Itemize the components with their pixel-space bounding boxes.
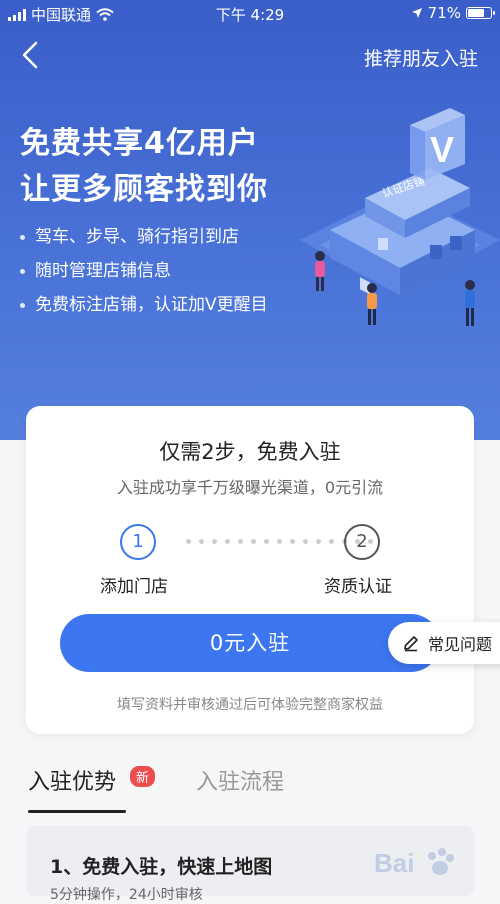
store-illustration: 认证店铺 V (300, 108, 500, 326)
advantage-title: 1、免费入驻，快速上地图 (50, 856, 273, 878)
tab-advantages[interactable]: 入驻优势 (28, 764, 116, 796)
join-note: 填写资料并审核通过后可体验完整商家权益 (117, 697, 383, 713)
feature-item: 随时管理店铺信息 (20, 254, 268, 288)
card-title: 仅需2步，免费入驻 (159, 440, 341, 464)
person-figure (315, 251, 325, 291)
person-figure (465, 280, 475, 326)
hero-headline-1: 免费共享4亿用户 (20, 126, 259, 161)
tab-process[interactable]: 入驻流程 (196, 764, 284, 796)
hero-headline-2: 让更多顾客找到你 (20, 172, 268, 207)
feature-item: 免费标注店铺，认证加V更醒目 (20, 288, 268, 322)
faq-button[interactable]: 常见问题 (388, 622, 500, 664)
new-badge: 新 (130, 766, 156, 787)
pencil-icon (404, 636, 418, 652)
location-arrow-icon (411, 8, 422, 18)
chevron-left-icon (22, 41, 38, 69)
feature-item: 驾车、步导、骑行指引到店 (20, 220, 268, 254)
baidu-watermark-icon: Bai (374, 848, 454, 878)
back-button[interactable] (20, 40, 50, 72)
battery-icon (466, 7, 495, 19)
active-tab-indicator (28, 810, 126, 813)
onboarding-card: 仅需2步，免费入驻 入驻成功享千万级曝光渠道，0元引流 1 2 添加门店 资质认… (26, 406, 474, 734)
recommend-friend-link[interactable]: 推荐朋友入驻 (364, 44, 478, 71)
faq-label: 常见问题 (428, 635, 493, 654)
advantage-subtitle: 5分钟操作，24小时审核 (50, 887, 203, 903)
v-badge-letter: V (430, 129, 454, 170)
feature-list: 驾车、步导、骑行指引到店 随时管理店铺信息 免费标注店铺，认证加V更醒目 (20, 220, 268, 322)
join-free-button[interactable]: 0元入驻 (60, 614, 440, 672)
step-2-icon: 2 (344, 524, 380, 560)
nav-bar: 推荐朋友入驻 (0, 36, 500, 76)
step-1-icon: 1 (120, 524, 156, 560)
card-subtitle: 入驻成功享千万级曝光渠道，0元引流 (116, 478, 384, 497)
person-figure (367, 283, 377, 325)
svg-text:Bai: Bai (374, 848, 414, 878)
step-1-label: 添加门店 (100, 577, 168, 597)
step-2-label: 资质认证 (324, 577, 392, 597)
battery-percent: 71% (427, 4, 461, 22)
status-bar: 中国联通 下午 4:29 71% (0, 0, 500, 28)
hero-banner: 中国联通 下午 4:29 71% 推荐朋友入驻 免费共享4亿用户 让更多顾客找到… (0, 0, 500, 440)
